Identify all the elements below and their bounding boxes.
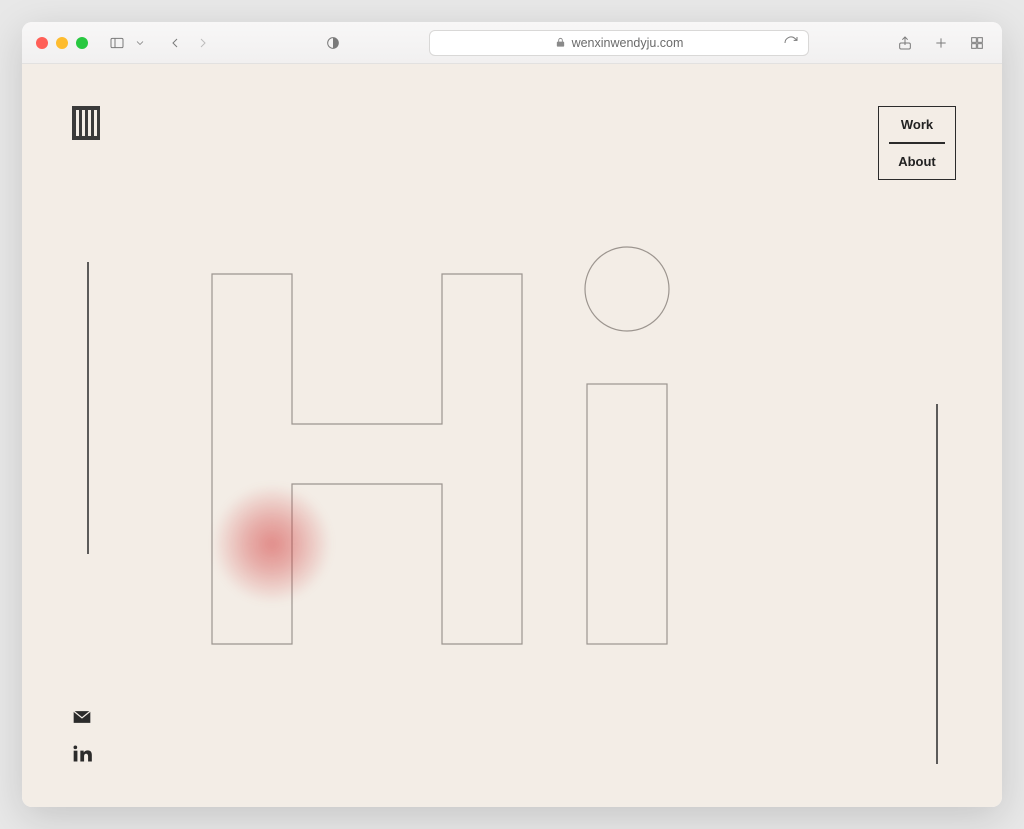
chevron-down-icon[interactable] [134, 32, 146, 54]
email-link[interactable] [72, 709, 92, 730]
maximize-window-button[interactable] [76, 37, 88, 49]
forward-button[interactable] [192, 32, 214, 54]
window-controls [36, 37, 88, 49]
mail-icon [72, 709, 92, 725]
hero-graphic [22, 64, 1002, 807]
page-content: Work About [22, 64, 1002, 807]
linkedin-link[interactable] [72, 744, 92, 769]
social-links [72, 709, 92, 769]
browser-window: wenxinwendyju.com [22, 22, 1002, 807]
back-button[interactable] [164, 32, 186, 54]
minimize-window-button[interactable] [56, 37, 68, 49]
tab-overview-icon[interactable] [966, 32, 988, 54]
close-window-button[interactable] [36, 37, 48, 49]
address-bar[interactable]: wenxinwendyju.com [429, 30, 809, 56]
share-icon[interactable] [894, 32, 916, 54]
sidebar-toggle-icon[interactable] [106, 32, 128, 54]
refresh-icon[interactable] [780, 32, 802, 54]
browser-toolbar: wenxinwendyju.com [22, 22, 1002, 64]
linkedin-icon [72, 744, 92, 764]
shield-icon[interactable] [322, 32, 344, 54]
url-text: wenxinwendyju.com [572, 36, 684, 50]
new-tab-icon[interactable] [930, 32, 952, 54]
